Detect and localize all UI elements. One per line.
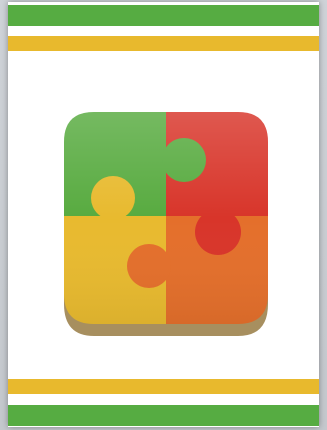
puzzle-logo	[58, 108, 274, 338]
puzzle-four-pieces-icon	[64, 112, 268, 336]
page-background	[0, 0, 327, 430]
cover-card	[8, 2, 319, 427]
bottom-yellow-stripe	[8, 379, 319, 394]
bottom-green-stripe	[8, 405, 319, 426]
top-green-stripe	[8, 5, 319, 26]
top-yellow-stripe	[8, 36, 319, 51]
